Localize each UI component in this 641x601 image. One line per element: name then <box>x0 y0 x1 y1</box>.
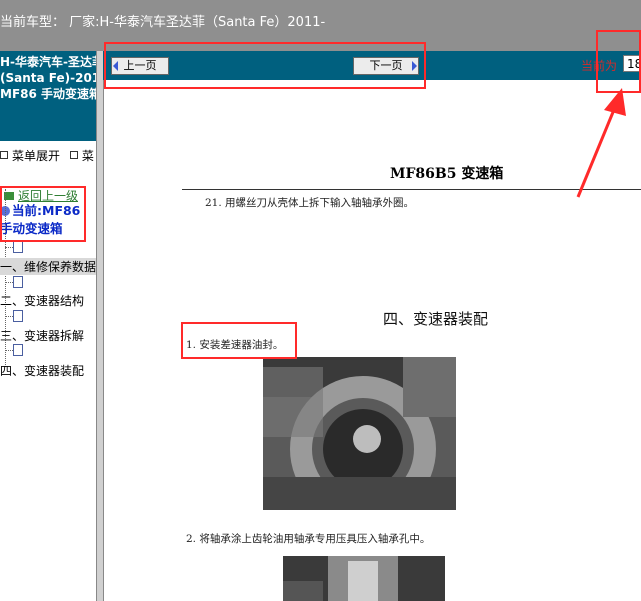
annotation-arrow-icon <box>576 88 626 198</box>
